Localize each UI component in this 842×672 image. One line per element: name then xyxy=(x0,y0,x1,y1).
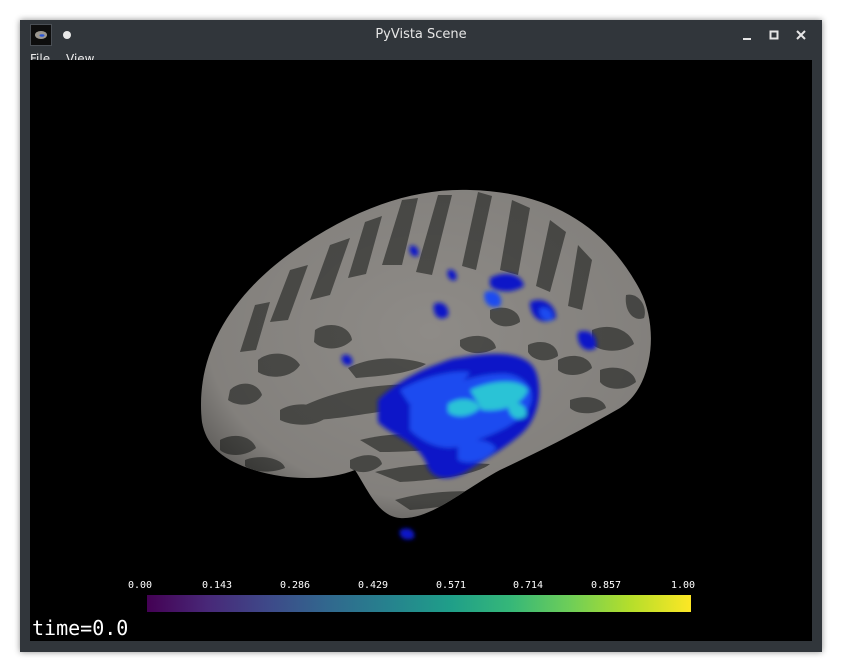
colorbar xyxy=(147,595,691,612)
close-icon xyxy=(796,30,806,40)
menu-view[interactable]: View xyxy=(66,52,94,60)
render-viewport[interactable]: 0.00 0.143 0.286 0.429 0.571 0.714 0.857… xyxy=(30,60,812,641)
colorbar-tick: 1.00 xyxy=(670,580,696,591)
colorbar-tick: 0.00 xyxy=(127,580,153,591)
colorbar-tick: 0.286 xyxy=(279,580,311,591)
colorbar-tick-labels: 0.00 0.143 0.286 0.429 0.571 0.714 0.857… xyxy=(30,580,812,594)
maximize-icon xyxy=(769,30,779,40)
colorbar-tick: 0.429 xyxy=(357,580,389,591)
maximize-button[interactable] xyxy=(765,26,783,44)
close-button[interactable] xyxy=(792,26,810,44)
colorbar-tick: 0.571 xyxy=(435,580,467,591)
app-window: PyVista Scene File View 0.00 0.143 0.286… xyxy=(20,20,822,652)
brain-surface[interactable] xyxy=(30,60,812,641)
menu-bar: File View xyxy=(20,50,822,60)
sulci-pattern xyxy=(201,189,651,519)
title-bar[interactable]: PyVista Scene xyxy=(20,20,822,50)
time-label: time=0.0 xyxy=(32,616,129,640)
colorbar-tick: 0.714 xyxy=(512,580,544,591)
menu-file[interactable]: File xyxy=(30,52,50,60)
colorbar-tick: 0.143 xyxy=(201,580,233,591)
window-title: PyVista Scene xyxy=(375,27,467,42)
colorbar-tick: 0.857 xyxy=(590,580,622,591)
minimize-icon xyxy=(743,38,751,40)
minimize-button[interactable] xyxy=(738,26,756,44)
